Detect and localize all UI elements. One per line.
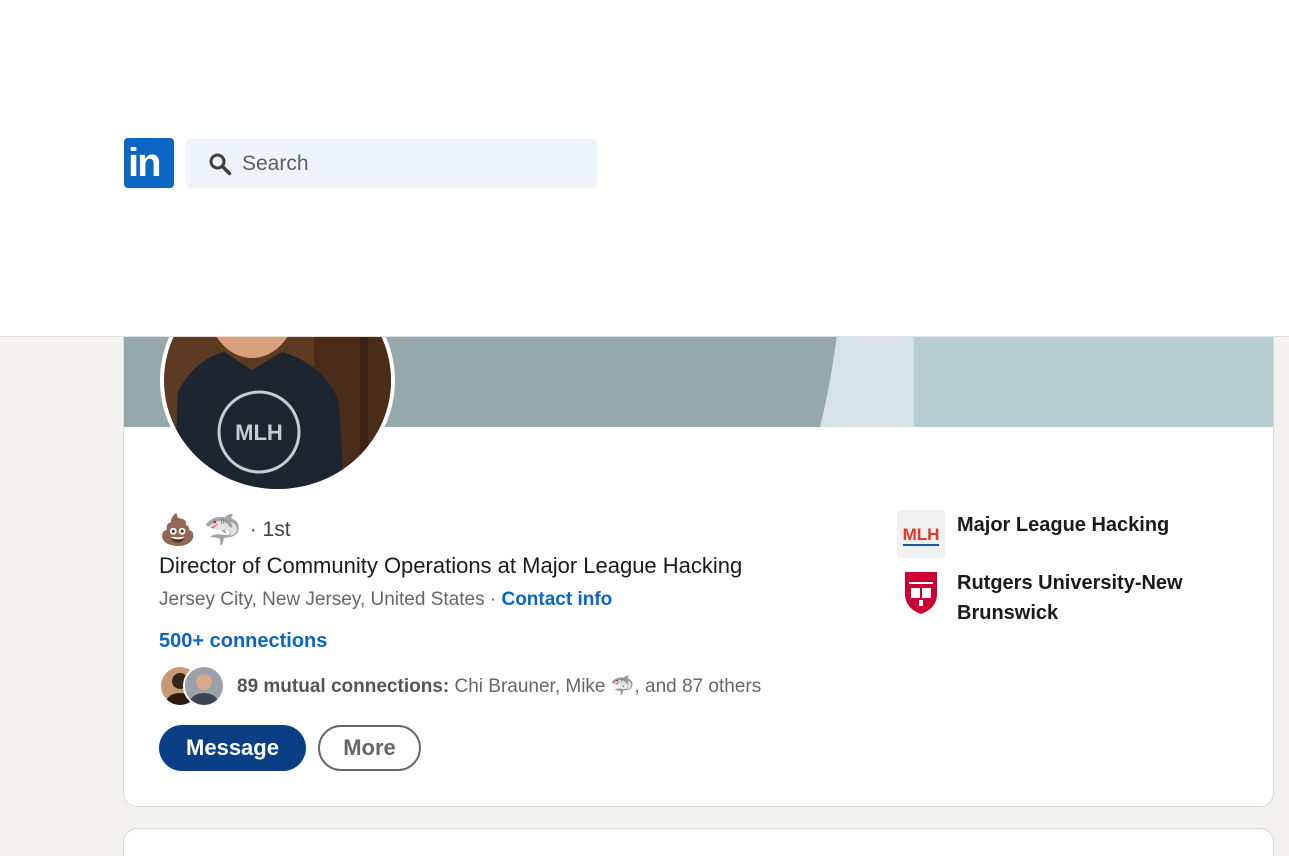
rutgers-shield-icon: [897, 568, 945, 616]
mlh-logo-icon: MLH: [897, 510, 945, 558]
message-button[interactable]: Message: [159, 725, 306, 771]
contact-info-link[interactable]: Contact info: [501, 589, 612, 610]
search-icon: [209, 153, 232, 176]
profile-headline: Director of Community Operations at Majo…: [159, 553, 743, 578]
org-rutgers[interactable]: Rutgers University-New Brunswick: [897, 568, 1207, 628]
mutual-others: , and 87 others: [634, 676, 762, 697]
mutual-avatar: [183, 665, 225, 707]
global-nav: in: [0, 0, 1289, 337]
org-name: Major League Hacking: [957, 514, 1170, 536]
mutual-count: 89 mutual connections:: [237, 676, 450, 697]
location-line: Jersey City, New Jersey, United States ·…: [159, 589, 612, 611]
avatar-shirt-text: MLH: [235, 420, 283, 445]
mutual-connections-text: 89 mutual connections: Chi Brauner, Mike…: [237, 674, 761, 698]
shark-emoji-icon: 🦈: [204, 512, 242, 548]
search-bar[interactable]: [186, 139, 597, 188]
separator-dot: ·: [489, 589, 497, 610]
profile-name-line: 💩 🦈 · 1st: [159, 510, 291, 550]
mutual-connections[interactable]: 89 mutual connections: Chi Brauner, Mike…: [159, 664, 761, 708]
search-input[interactable]: [242, 139, 582, 188]
org-name: Rutgers University-New Brunswick: [957, 572, 1183, 624]
location-text: Jersey City, New Jersey, United States: [159, 589, 485, 610]
next-section-card: [123, 828, 1274, 856]
mlh-logo-text: MLH: [903, 525, 940, 544]
linkedin-logo[interactable]: in: [124, 138, 174, 188]
mutual-names: Chi Brauner, Mike: [454, 676, 606, 697]
connection-degree: · 1st: [249, 518, 291, 541]
shark-emoji-icon: 🦈: [610, 676, 635, 697]
connections-link[interactable]: 500+ connections: [159, 630, 327, 653]
org-major-league-hacking[interactable]: MLH Major League Hacking: [897, 510, 1207, 558]
poop-emoji-icon: 💩: [159, 512, 197, 548]
linkedin-logo-text: in: [128, 141, 162, 185]
more-button[interactable]: More: [318, 725, 421, 771]
